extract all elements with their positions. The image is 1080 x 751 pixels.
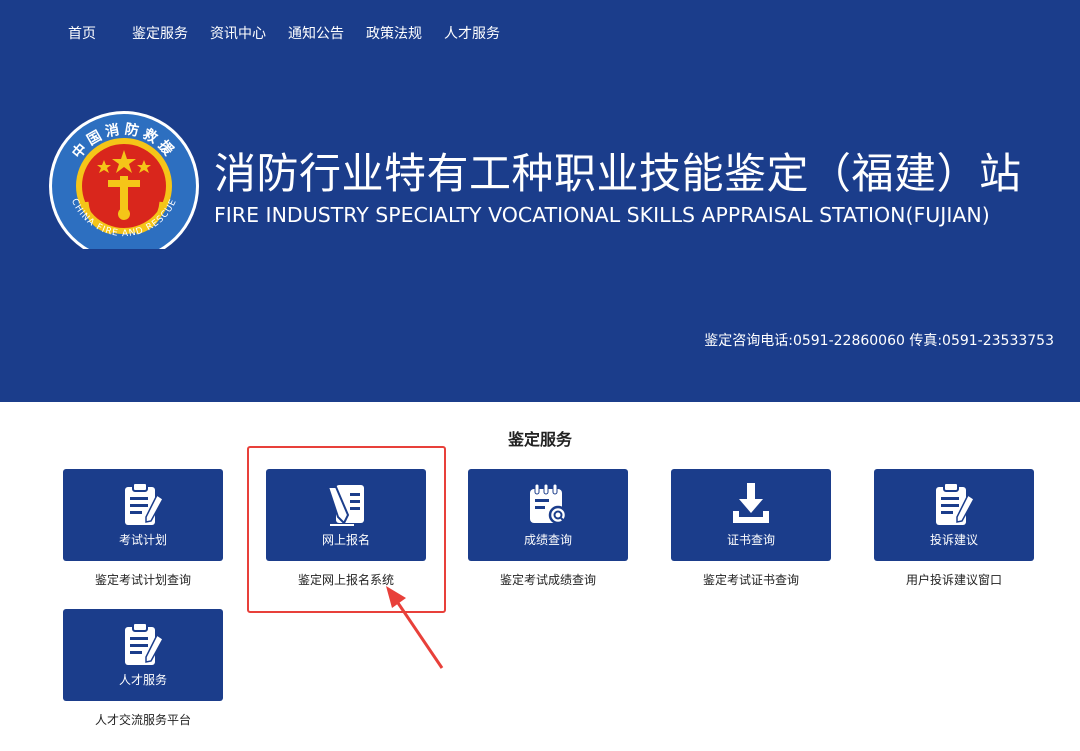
- card-label: 证书查询: [726, 533, 775, 547]
- card-label: 人才服务: [118, 673, 167, 687]
- contact-info: 鉴定咨询电话:0591-22860060 传真:0591-23533753: [704, 333, 1054, 349]
- clipboard-icon: [125, 482, 164, 525]
- site-header: 首页 鉴定服务 资讯中心 通知公告 政策法规 人才服务 中国消防救援 CHINA…: [0, 0, 1080, 402]
- nav-item-news[interactable]: 资讯中心: [210, 24, 266, 44]
- calendar-search-icon: [530, 483, 568, 525]
- site-subtitle: FIRE INDUSTRY SPECIALTY VOCATIONAL SKILL…: [214, 203, 990, 227]
- nav-item-policies[interactable]: 政策法规: [366, 24, 422, 44]
- service-card-certificate-query[interactable]: 证书查询: [671, 469, 831, 561]
- nav-item-appraisal-services[interactable]: 鉴定服务: [132, 24, 188, 44]
- card-description-score-query[interactable]: 鉴定考试成绩查询: [448, 571, 648, 589]
- clipboard-icon: [936, 482, 975, 525]
- card-description-online-registration[interactable]: 鉴定网上报名系统: [246, 571, 446, 589]
- service-card-online-registration[interactable]: 网上报名: [266, 469, 426, 561]
- service-card-exam-plan[interactable]: 考试计划: [63, 469, 223, 561]
- site-title: 消防行业特有工种职业技能鉴定（福建）站: [214, 149, 1022, 198]
- download-tray-icon: [733, 483, 769, 523]
- nav-item-home[interactable]: 首页: [68, 24, 96, 44]
- service-card-score-query[interactable]: 成绩查询: [468, 469, 628, 561]
- nav-item-talent-services[interactable]: 人才服务: [444, 24, 500, 44]
- emblem-logo: 中国消防救援 CHINA FIRE AND RESCUE: [48, 110, 200, 249]
- card-label: 网上报名: [321, 533, 370, 547]
- clipboard-icon: [125, 622, 164, 665]
- services-section-title: 鉴定服务: [507, 430, 572, 449]
- nav-item-notices[interactable]: 通知公告: [288, 24, 344, 44]
- card-description-exam-plan[interactable]: 鉴定考试计划查询: [43, 571, 243, 589]
- card-label: 考试计划: [118, 533, 167, 547]
- service-card-talent[interactable]: 人才服务: [63, 609, 223, 701]
- service-card-complaints[interactable]: 投诉建议: [874, 469, 1034, 561]
- card-description-talent[interactable]: 人才交流服务平台: [43, 711, 243, 729]
- card-description-certificate-query[interactable]: 鉴定考试证书查询: [651, 571, 851, 589]
- card-label: 成绩查询: [523, 533, 572, 547]
- top-nav: 首页 鉴定服务 资讯中心 通知公告 政策法规 人才服务: [0, 0, 1080, 68]
- card-description-complaints[interactable]: 用户投诉建议窗口: [854, 571, 1054, 589]
- sign-up-icon: [326, 485, 364, 526]
- red-arrow-annotation: [386, 586, 444, 669]
- card-label: 投诉建议: [929, 533, 978, 547]
